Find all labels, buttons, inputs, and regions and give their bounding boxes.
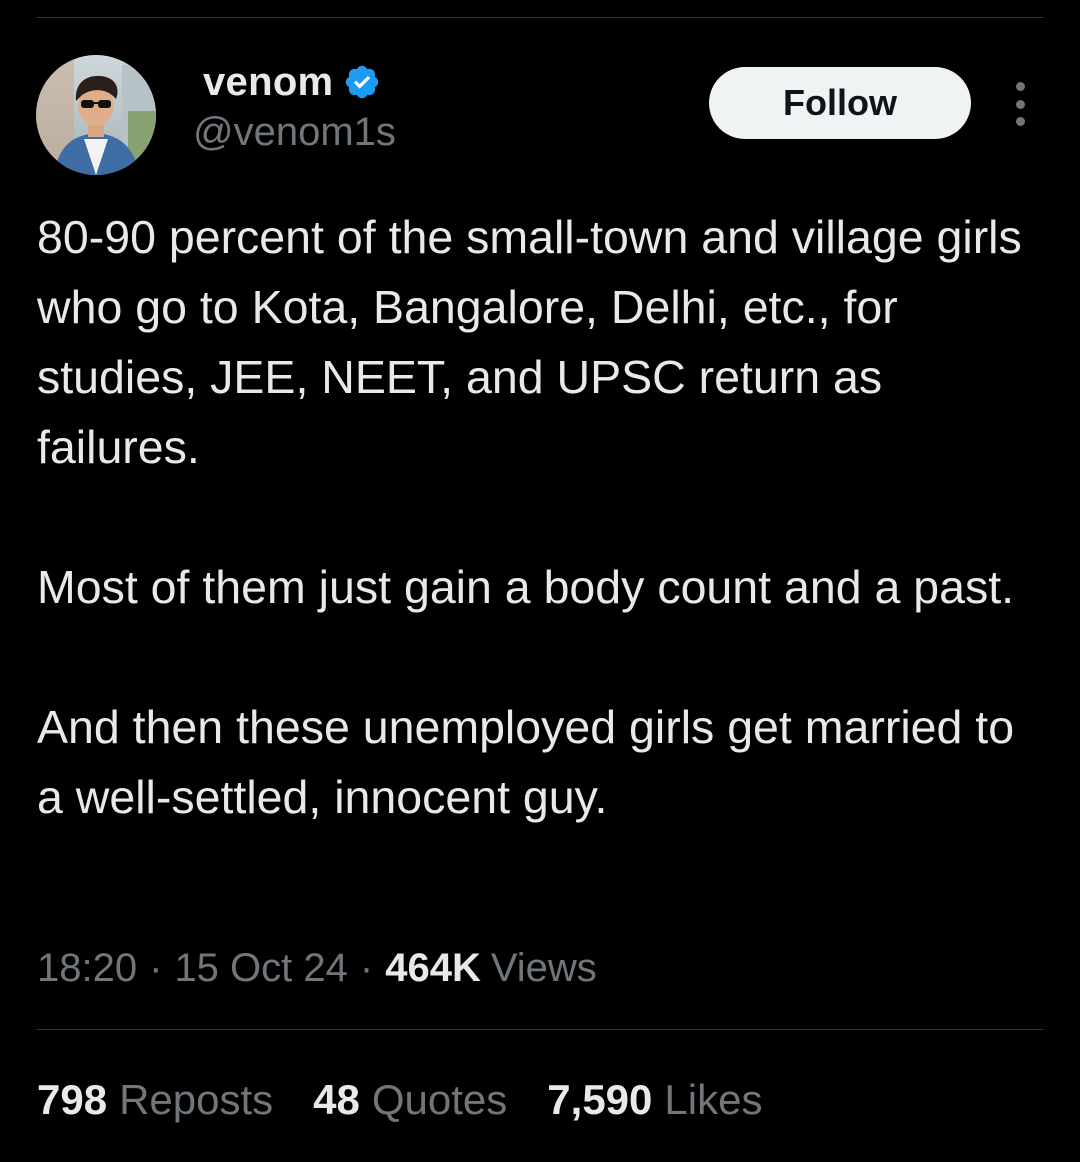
- display-name[interactable]: venom: [203, 60, 333, 105]
- dot: [1015, 99, 1025, 109]
- views-count[interactable]: 464K: [385, 946, 481, 991]
- dot: [1015, 82, 1025, 91]
- tweet-paragraph: 80-90 percent of the small-town and vill…: [37, 211, 1022, 473]
- tweet-paragraph: Most of them just gain a body count and …: [37, 561, 1015, 613]
- reposts-count: 798: [37, 1076, 108, 1123]
- top-divider: [36, 17, 1044, 18]
- stats-divider: [36, 1029, 1044, 1030]
- tweet-text: 80-90 percent of the small-town and vill…: [37, 202, 1047, 832]
- quotes-stat[interactable]: 48 Quotes: [313, 1076, 507, 1124]
- tweet-paragraph: And then these unemployed girls get marr…: [37, 701, 1015, 823]
- verified-badge-icon[interactable]: [343, 63, 381, 101]
- author-name-row: venom: [203, 56, 381, 108]
- avatar[interactable]: [36, 55, 156, 175]
- likes-label: Likes: [664, 1076, 763, 1123]
- tweet-meta: 18:20 · 15 Oct 24 · 464K Views: [37, 940, 597, 996]
- quotes-count: 48: [313, 1076, 360, 1123]
- reposts-stat[interactable]: 798 Reposts: [37, 1076, 273, 1124]
- quotes-label: Quotes: [371, 1076, 508, 1123]
- likes-count: 7,590: [547, 1076, 653, 1123]
- likes-stat[interactable]: 7,590 Likes: [547, 1076, 762, 1124]
- engagement-stats: 798 Reposts 48 Quotes 7,590 Likes: [37, 1072, 802, 1128]
- more-vertical-icon[interactable]: [1008, 82, 1032, 126]
- author-handle[interactable]: @venom1s: [193, 110, 396, 155]
- dot: [1015, 117, 1025, 126]
- separator: ·: [359, 945, 374, 990]
- follow-button[interactable]: Follow: [709, 67, 971, 139]
- tweet-time[interactable]: 18:20: [37, 946, 137, 991]
- tweet-date[interactable]: 15 Oct 24: [174, 946, 347, 991]
- views-label: Views: [490, 945, 597, 990]
- separator: ·: [149, 945, 163, 990]
- profile-photo-icon: [36, 55, 156, 175]
- reposts-label: Reposts: [119, 1076, 274, 1123]
